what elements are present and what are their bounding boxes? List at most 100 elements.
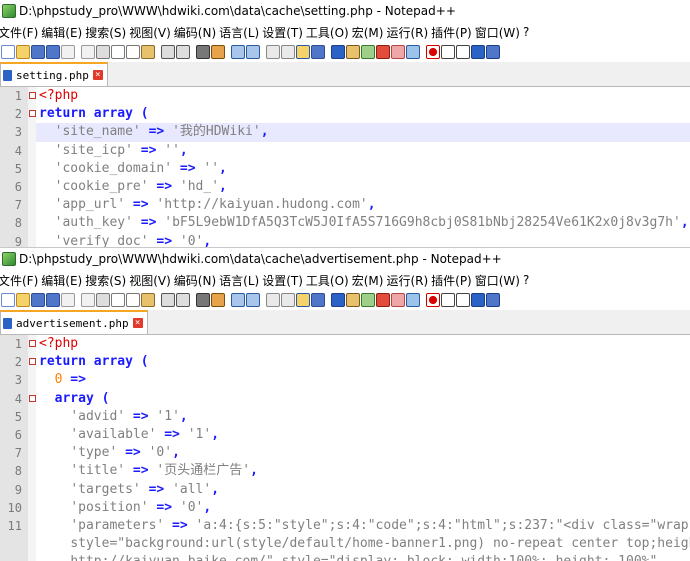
sync-v-icon[interactable] <box>266 45 280 59</box>
code-line[interactable]: 10 'position' => '0', <box>0 498 690 517</box>
monitor-icon[interactable] <box>406 45 420 59</box>
zoom-out-icon[interactable] <box>246 45 260 59</box>
indent-guide-icon[interactable] <box>331 293 345 307</box>
code-line[interactable]: 9 'targets' => 'all', <box>0 480 690 499</box>
menu-item[interactable]: 宏(M) <box>352 272 387 289</box>
code-line[interactable]: style="background:url(style/default/home… <box>0 535 690 554</box>
menu-item[interactable]: 设置(T) <box>262 24 306 41</box>
redo-icon[interactable] <box>176 293 190 307</box>
code-line[interactable]: 3 'site_name' => '我的HDWiki', <box>0 123 690 142</box>
play-multi-icon[interactable] <box>471 293 485 307</box>
code-line[interactable]: 3 0 => <box>0 371 690 390</box>
save-all-icon[interactable] <box>46 293 60 307</box>
paste-icon[interactable] <box>141 45 155 59</box>
stop-icon[interactable] <box>441 45 455 59</box>
menu-item[interactable]: 搜索(S) <box>85 272 129 289</box>
find-icon[interactable] <box>196 293 210 307</box>
code-line[interactable]: 4 array ( <box>0 389 690 408</box>
sync-h-icon[interactable] <box>281 293 295 307</box>
play-icon[interactable] <box>456 45 470 59</box>
open-file-icon[interactable] <box>16 293 30 307</box>
undo-icon[interactable] <box>161 293 175 307</box>
doc-map-icon[interactable] <box>361 293 375 307</box>
indent-guide-icon[interactable] <box>331 45 345 59</box>
folder-icon[interactable] <box>391 293 405 307</box>
close-icon[interactable] <box>61 293 75 307</box>
copy-icon[interactable] <box>126 293 140 307</box>
folder-icon[interactable] <box>391 45 405 59</box>
play-icon[interactable] <box>456 293 470 307</box>
zoom-in-icon[interactable] <box>231 293 245 307</box>
close-icon[interactable]: × <box>132 318 143 328</box>
record-icon[interactable] <box>426 45 440 59</box>
save-all-icon[interactable] <box>46 45 60 59</box>
zoom-in-icon[interactable] <box>231 45 245 59</box>
tab-advertisement-php[interactable]: advertisement.php × <box>0 310 148 334</box>
play-multi-icon[interactable] <box>471 45 485 59</box>
code-line[interactable]: 11 'parameters' => 'a:4:{s:5:"style";s:4… <box>0 516 690 536</box>
menu-item[interactable]: 工具(O) <box>306 24 352 41</box>
function-list-icon[interactable] <box>376 45 390 59</box>
code-editor[interactable]: 1 <?php 2 return array (3 0 => 4 array (5 'a… <box>0 335 690 561</box>
fold-margin[interactable] <box>28 353 36 372</box>
save-macro-icon[interactable] <box>486 45 500 59</box>
code-line[interactable]: 1 <?php <box>0 335 690 354</box>
code-line[interactable]: 5 'cookie_domain' => '', <box>0 159 690 178</box>
sync-v-icon[interactable] <box>266 293 280 307</box>
find-icon[interactable] <box>196 45 210 59</box>
code-line[interactable]: 7 'type' => '0', <box>0 444 690 463</box>
menu-item[interactable]: 运行(R) <box>386 24 431 41</box>
udl-icon[interactable] <box>346 45 360 59</box>
replace-icon[interactable] <box>211 45 225 59</box>
fold-margin[interactable] <box>28 105 36 124</box>
wrap-icon[interactable] <box>296 293 310 307</box>
save-icon[interactable] <box>31 293 45 307</box>
menu-item[interactable]: 编辑(E) <box>41 272 85 289</box>
zoom-out-icon[interactable] <box>246 293 260 307</box>
fold-margin[interactable] <box>28 335 36 354</box>
menu-item[interactable]: 工具(O) <box>306 272 352 289</box>
close-all-icon[interactable] <box>81 293 95 307</box>
open-file-icon[interactable] <box>16 45 30 59</box>
menu-item[interactable]: 语言(L) <box>219 24 262 41</box>
code-line[interactable]: 8 'title' => '页头通栏广告', <box>0 462 690 481</box>
cut-icon[interactable] <box>111 293 125 307</box>
close-icon[interactable] <box>61 45 75 59</box>
menu-item[interactable]: 窗口(W) <box>475 24 523 41</box>
paste-icon[interactable] <box>141 293 155 307</box>
menu-item[interactable]: 搜索(S) <box>85 24 129 41</box>
cut-icon[interactable] <box>111 45 125 59</box>
code-line[interactable]: 6 'cookie_pre' => 'hd_', <box>0 177 690 197</box>
menu-item[interactable]: 插件(P) <box>431 272 475 289</box>
code-line[interactable]: 4 'site_icp' => '', <box>0 141 690 160</box>
monitor-icon[interactable] <box>406 293 420 307</box>
code-line[interactable]: 9 'verify_doc' => '0', <box>0 232 690 247</box>
code-editor[interactable]: 1 <?php 2 return array (3 'site_name' => '我… <box>0 87 690 247</box>
menu-item[interactable]: 编码(N) <box>174 24 219 41</box>
save-icon[interactable] <box>31 45 45 59</box>
sync-h-icon[interactable] <box>281 45 295 59</box>
code-line[interactable]: 7 'app_url' => 'http://kaiyuan.hudong.co… <box>0 196 690 215</box>
new-file-icon[interactable] <box>1 45 15 59</box>
menu-item[interactable]: 视图(V) <box>129 272 174 289</box>
doc-map-icon[interactable] <box>361 45 375 59</box>
code-line[interactable]: 2 return array ( <box>0 105 690 124</box>
wrap-icon[interactable] <box>296 45 310 59</box>
tab-setting-php[interactable]: setting.php × <box>0 62 108 86</box>
menu-item[interactable]: ? <box>523 273 532 287</box>
fold-margin[interactable] <box>28 87 36 106</box>
record-icon[interactable] <box>426 293 440 307</box>
menu-item[interactable]: 窗口(W) <box>475 272 523 289</box>
close-all-icon[interactable] <box>81 45 95 59</box>
code-line[interactable]: 5 'advid' => '1', <box>0 407 690 426</box>
fold-margin[interactable] <box>28 389 36 408</box>
undo-icon[interactable] <box>161 45 175 59</box>
menu-item[interactable]: 编辑(E) <box>41 24 85 41</box>
menu-item[interactable]: 视图(V) <box>129 24 174 41</box>
menu-item[interactable]: 编码(N) <box>174 272 219 289</box>
menu-item[interactable]: 宏(M) <box>352 24 387 41</box>
menu-item[interactable]: 插件(P) <box>431 24 475 41</box>
redo-icon[interactable] <box>176 45 190 59</box>
replace-icon[interactable] <box>211 293 225 307</box>
show-all-icon[interactable] <box>311 293 325 307</box>
